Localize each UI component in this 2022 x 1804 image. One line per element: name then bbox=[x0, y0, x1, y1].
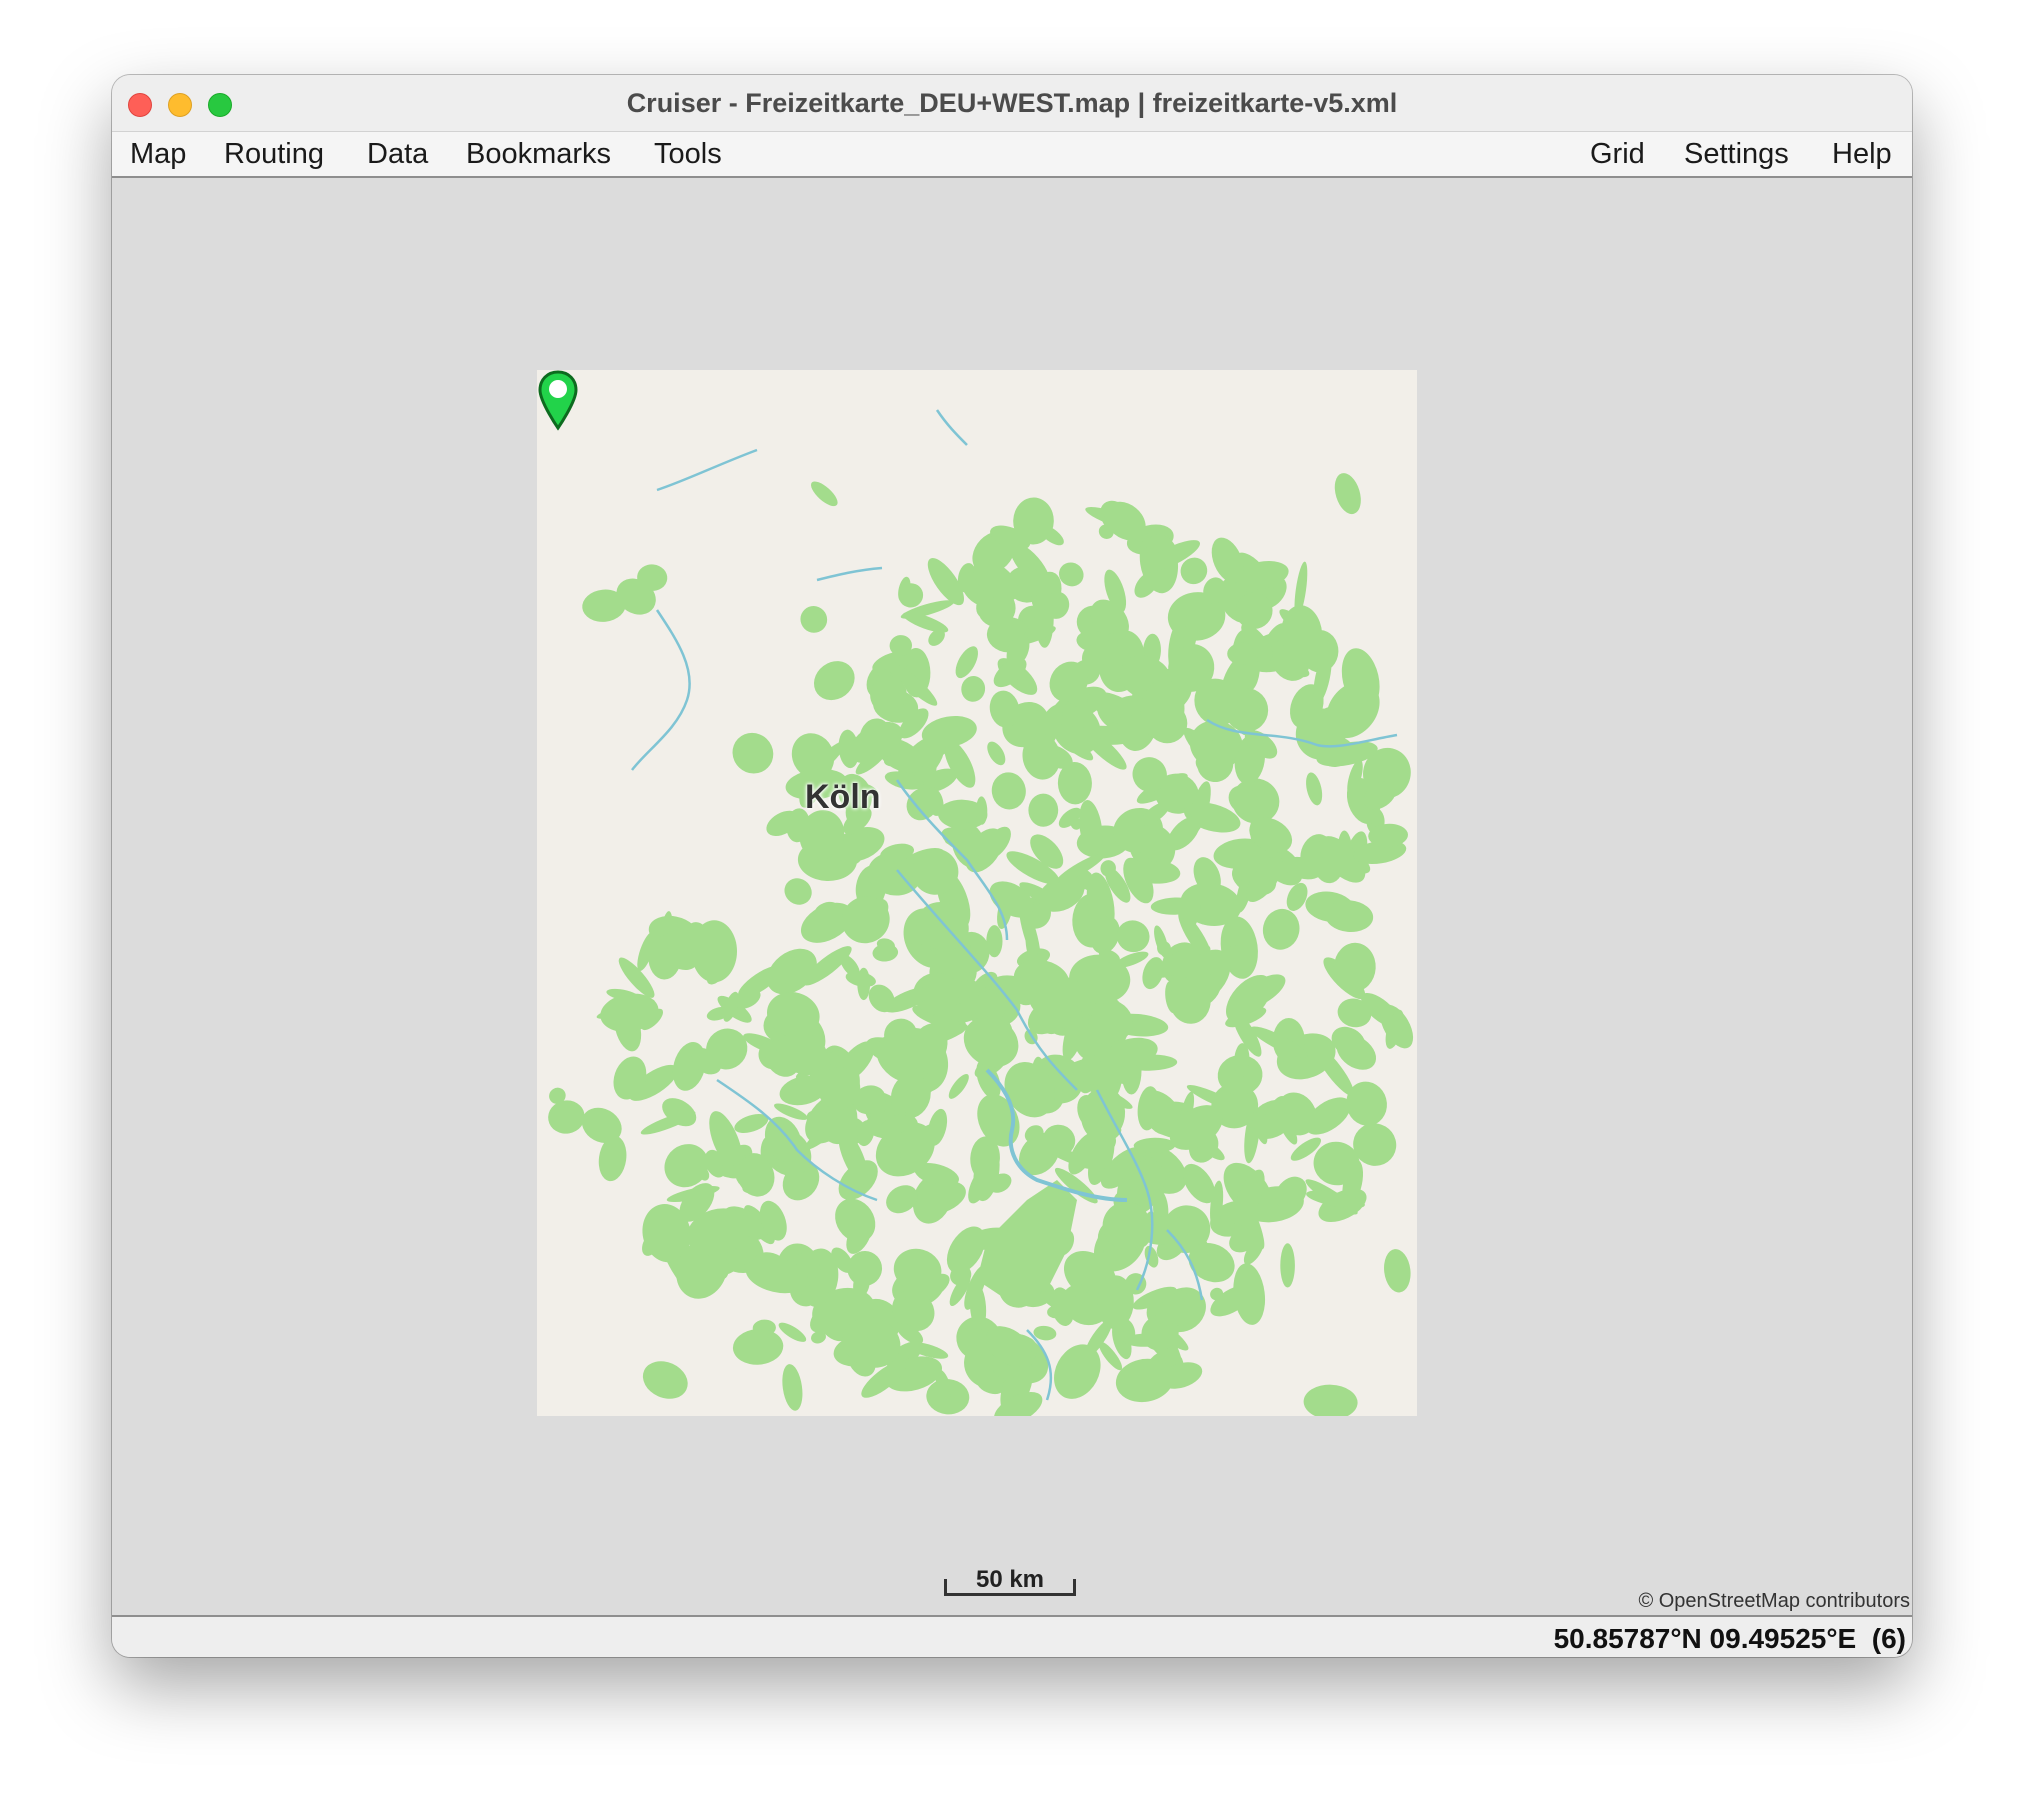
menu-tools[interactable]: Tools bbox=[654, 138, 722, 171]
forest-patch bbox=[847, 1251, 883, 1286]
coordinate-readout: 50.85787°N 09.49525°E (6) bbox=[1553, 1623, 1906, 1654]
forest-patch bbox=[961, 676, 986, 702]
scale-label: 50 km bbox=[975, 1566, 1045, 1593]
menu-settings[interactable]: Settings bbox=[1684, 138, 1789, 171]
forest-patch bbox=[1029, 976, 1087, 1020]
forest-patch bbox=[548, 1100, 585, 1134]
map-viewport[interactable]: Köln 50 km © OpenStreetMap contributors bbox=[112, 178, 1912, 1618]
forest-patch bbox=[811, 481, 838, 507]
forest-patch bbox=[955, 646, 979, 679]
forest-patch bbox=[784, 878, 812, 905]
menu-bar: Map Routing Data Bookmarks Tools Grid Se… bbox=[112, 132, 1912, 178]
forest-patch bbox=[1028, 793, 1059, 827]
forest-patch bbox=[987, 741, 1006, 766]
app-window: Cruiser - Freizeitkarte_DEU+WEST.map | f… bbox=[112, 75, 1912, 1657]
forest-patch bbox=[1280, 1243, 1295, 1288]
river bbox=[816, 566, 883, 582]
forest-patch bbox=[977, 1180, 1077, 1300]
forest-patch bbox=[813, 661, 855, 701]
forest-patch bbox=[642, 1361, 688, 1399]
forest-patch bbox=[1306, 772, 1323, 806]
window-title: Cruiser - Freizeitkarte_DEU+WEST.map | f… bbox=[626, 88, 1398, 118]
map-tile[interactable]: Köln bbox=[537, 370, 1417, 1416]
forest-patch bbox=[1116, 920, 1150, 953]
menu-help[interactable]: Help bbox=[1832, 138, 1892, 171]
city-label-koeln: Köln bbox=[805, 778, 881, 816]
forest-patch bbox=[732, 732, 774, 774]
forest-patch bbox=[691, 920, 737, 983]
map-pin-icon[interactable] bbox=[537, 370, 579, 432]
menu-data[interactable]: Data bbox=[367, 138, 428, 171]
forest-patch bbox=[1334, 473, 1361, 515]
river bbox=[656, 448, 758, 492]
forest-patch bbox=[1384, 1249, 1411, 1293]
menu-grid[interactable]: Grid bbox=[1590, 138, 1645, 171]
river bbox=[935, 409, 968, 446]
river bbox=[631, 609, 691, 771]
scale-bar: 50 km bbox=[944, 1566, 1076, 1596]
forest-patch bbox=[782, 1364, 803, 1411]
map-rendering bbox=[548, 409, 1414, 1416]
menu-bookmarks[interactable]: Bookmarks bbox=[466, 138, 611, 171]
forest-patch bbox=[948, 1073, 969, 1099]
forest-patch bbox=[991, 772, 1026, 810]
menu-map[interactable]: Map bbox=[130, 138, 186, 171]
forest-patch bbox=[800, 606, 828, 633]
map-attribution: © OpenStreetMap contributors bbox=[1638, 1590, 1910, 1612]
forest-patch bbox=[732, 1329, 784, 1365]
forest-areas bbox=[548, 473, 1414, 1416]
title-bar[interactable]: Cruiser - Freizeitkarte_DEU+WEST.map | f… bbox=[112, 75, 1912, 132]
forest-patch bbox=[1303, 1384, 1358, 1416]
menu-routing[interactable]: Routing bbox=[224, 138, 324, 171]
status-bar: 50.85787°N 09.49525°E (6) bbox=[112, 1615, 1912, 1657]
forest-patch bbox=[1233, 1263, 1266, 1325]
forest-patch bbox=[1262, 908, 1300, 950]
